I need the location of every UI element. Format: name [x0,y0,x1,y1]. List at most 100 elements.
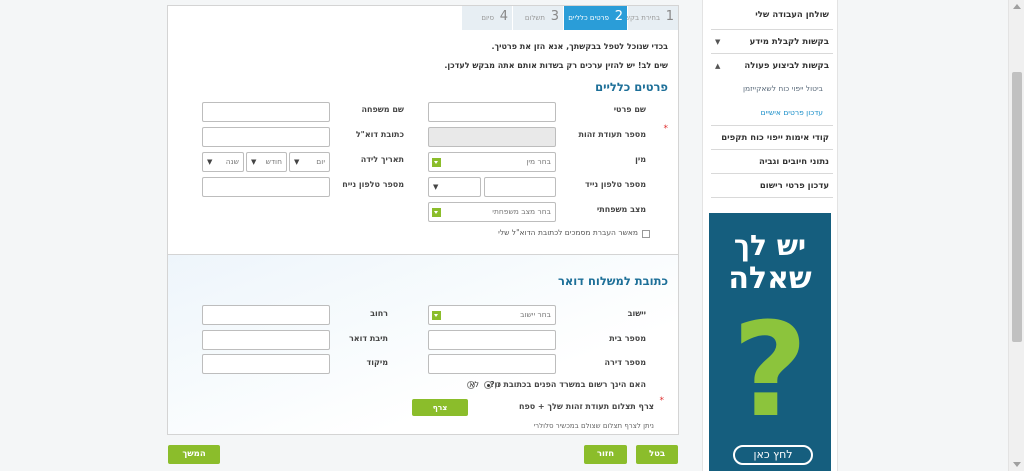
marital-placeholder: בחר מצב משפחתי [492,207,551,216]
scroll-up-icon[interactable] [1013,4,1021,9]
chevron-down-icon: ▼ [715,38,721,46]
gender-select[interactable]: בחר מין [428,152,556,172]
step-4[interactable]: 4 סיום [461,6,512,30]
zip-label: מיקוד [366,358,388,367]
step-1[interactable]: 1 בחירת בקשה [620,6,678,30]
sidebar-item-poa-codes[interactable]: קודי אימות ייפוי כוח תקפים [711,126,833,150]
cancel-button[interactable]: בטל [636,445,678,464]
sidebar-item-info-requests[interactable]: בקשות לקבלת מידע ▼ [711,30,833,54]
phone-label: מספר טלפון נייח [342,180,404,189]
last-name-label: שם משפחה [361,105,404,114]
city-placeholder: בחר יישוב [520,310,551,319]
step-3[interactable]: 3 תשלום [512,6,563,30]
zip-input[interactable] [202,354,330,374]
general-section-title: פרטים כלליים [595,80,668,94]
sidebar-item-label: קודי אימות ייפוי כוח תקפים [721,133,829,143]
first-name-input[interactable] [428,102,556,122]
sidebar-subitem-cancel-poa[interactable]: ביטול ייפוי כוח לשאקייזמן [711,78,833,100]
attach-note: ניתן לצרף תצלום שצולם במכשיר סלולרי [533,422,654,430]
mobile-number-input[interactable] [484,177,556,197]
apartment-label: מספר דירה [604,358,646,367]
chevron-down-icon: ▼ [207,158,213,166]
registered-yes-radio[interactable] [484,381,492,389]
sidebar-item-label: בקשות לקבלת מידע [749,37,829,47]
city-select[interactable]: בחר יישוב [428,305,556,325]
id-number-label: מספר תעודת זהות [578,130,647,139]
phone-input[interactable] [202,177,330,197]
form-panel: 1 בחירת בקשה 2 פרטים כלליים 3 תשלום 4 סי… [167,5,679,435]
step-number: 1 [665,9,674,24]
day-placeholder: יום [316,157,325,166]
sidebar-item-dashboard[interactable]: שולחן העבודה שלי [711,0,833,30]
birth-date-label: תאריך לידה [360,155,404,164]
street-label: רחוב [370,309,388,318]
back-button[interactable]: חזור [584,445,627,464]
apartment-input[interactable] [428,354,556,374]
sidebar-subitem-label: עדכון פרטים אישיים [760,108,823,117]
sidebar-item-action-requests[interactable]: בקשות לביצוע פעולה ▲ [711,54,833,78]
dropdown-arrow-icon [432,311,441,320]
step-number: 4 [499,9,508,24]
required-mark: * [659,396,665,406]
sidebar-subitem-update-details[interactable]: עדכון פרטים אישיים [711,100,833,126]
chevron-down-icon: ▼ [433,183,439,191]
scroll-thumb[interactable] [1012,72,1022,342]
birth-day-select[interactable]: יום ▼ [289,152,330,172]
chevron-down-icon: ▼ [294,158,300,166]
mail-section-title: כתובת למשלוח דואר [557,274,668,288]
step-label: תשלום [524,14,545,22]
sidebar-subitem-label: ביטול ייפוי כוח לשאקייזמן [742,84,823,93]
marital-status-select[interactable]: בחר מצב משפחתי [428,202,556,222]
step-label: פרטים כלליים [568,14,609,22]
email-label: כתובת דוא"ל [355,130,404,139]
help-banner[interactable]: יש לך שאלה ? לחץ כאן [709,213,831,471]
continue-button[interactable]: המשך [168,445,220,464]
city-label: יישוב [627,309,646,318]
attach-button[interactable]: צרף [412,399,468,416]
page-scrollbar[interactable] [1008,0,1024,471]
birth-year-select[interactable]: שנה ▼ [202,152,244,172]
question-mark-icon: ? [732,294,808,446]
intro-text: בכדי שנוכל לטפל בבקשתך, אנא הזן את פרטיך… [491,42,668,51]
first-name-label: שם פרטי [613,105,646,114]
step-number: 2 [614,9,623,24]
sidebar-item-label: בקשות לביצוע פעולה [744,61,829,71]
street-input[interactable] [202,305,330,325]
banner-line-2: שאלה [728,261,812,296]
step-label: סיום [481,14,494,22]
house-number-label: מספר בית [609,334,646,343]
registered-no-label: לא [469,380,479,389]
notice-text: שים לב! יש להזין ערכים רק בשדות אותם אתה… [444,61,668,70]
sidebar-menu: שולחן העבודה שלי בקשות לקבלת מידע ▼ בקשו… [711,0,833,198]
mobile-prefix-select[interactable]: ▼ [428,177,481,197]
id-number-input[interactable] [428,127,556,147]
attach-id-label: צרף תצלום תעודת זהות שלך + ספח [518,402,654,411]
last-name-input[interactable] [202,102,330,122]
birth-month-select[interactable]: חודש ▼ [246,152,287,172]
banner-line-1: יש לך [733,229,807,262]
step-2[interactable]: 2 פרטים כלליים [563,6,627,30]
sidebar-item-label: נתוני חיובים וגביה [759,157,829,167]
house-number-input[interactable] [428,330,556,350]
consent-checkbox[interactable] [642,230,650,238]
required-mark: * [663,124,669,134]
sidebar-item-billing[interactable]: נתוני חיובים וגביה [711,150,833,174]
scroll-down-icon[interactable] [1013,462,1021,467]
chevron-up-icon: ▲ [715,62,721,70]
sidebar-item-label: עדכון פרטי רישום [759,181,829,191]
chevron-down-icon: ▼ [251,158,257,166]
pobox-label: תיבת דואר [348,334,388,343]
sidebar-item-registration[interactable]: עדכון פרטי רישום [711,174,833,198]
month-placeholder: חודש [265,157,282,166]
registered-yes-label: כן [494,380,501,389]
dropdown-arrow-icon [432,208,441,217]
email-input[interactable] [202,127,330,147]
gender-label: מין [635,155,646,164]
marital-status-label: מצב משפחתי [596,205,646,214]
mobile-label: מספר טלפון נייד [585,180,646,189]
banner-press-button[interactable]: לחץ כאן [733,445,813,465]
sidebar-item-label: שולחן העבודה שלי [755,10,829,20]
wizard-steps: 1 בחירת בקשה 2 פרטים כלליים 3 תשלום 4 סי… [461,6,678,30]
year-placeholder: שנה [225,157,239,166]
pobox-input[interactable] [202,330,330,350]
